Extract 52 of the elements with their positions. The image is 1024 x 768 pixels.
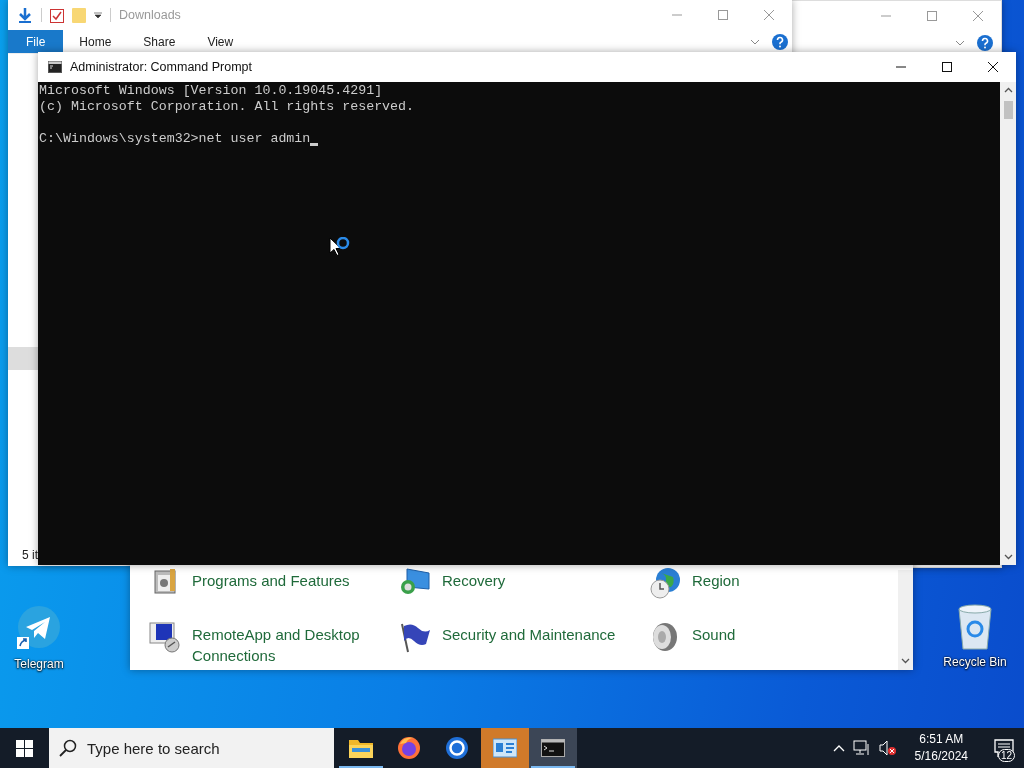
ribbon-tab[interactable]: Share — [127, 30, 192, 53]
window-title: Downloads — [119, 8, 181, 22]
console-icon — [541, 739, 565, 757]
ring-logo-icon — [445, 736, 469, 760]
control-panel-icon — [493, 738, 517, 758]
ribbon-tab[interactable]: File — [8, 30, 64, 53]
scrollbar[interactable] — [898, 570, 913, 670]
dropdown-icon[interactable] — [94, 11, 102, 19]
notification-count: 12 — [997, 749, 1015, 762]
network-icon[interactable] — [852, 740, 871, 756]
command-line: C:\Windows\system32>net user admin — [39, 131, 311, 147]
fox-globe-icon — [397, 736, 421, 760]
chevron-icon[interactable] — [955, 39, 965, 46]
chevron-icon[interactable] — [750, 38, 760, 45]
windows-start-icon[interactable] — [16, 739, 33, 757]
flag-icon — [398, 621, 432, 653]
clock-date[interactable]: 5/16/2024 — [914, 748, 968, 765]
control-panel-link[interactable]: RemoteApp and Desktop Connections — [192, 624, 398, 666]
search-field[interactable]: Type here to search — [49, 728, 334, 768]
scroll-down-icon[interactable] — [1003, 554, 1013, 560]
search-icon — [59, 739, 77, 757]
scroll-up-icon[interactable] — [1003, 87, 1013, 93]
console-icon — [48, 61, 62, 73]
control-panel-link[interactable]: Recovery — [442, 570, 506, 591]
chevron-up-icon[interactable] — [832, 744, 845, 752]
scrollbar[interactable] — [1000, 82, 1016, 565]
help-icon[interactable] — [977, 34, 993, 51]
ribbon-tab[interactable]: Home — [63, 30, 128, 53]
console-line: (c) Microsoft Corporation. All rights reserved. — [39, 99, 416, 115]
taskbar-app-button[interactable] — [529, 728, 577, 768]
window-title: Administrator: Command Prompt — [70, 60, 252, 74]
monitor-restore-icon — [398, 567, 432, 595]
globe-clock-icon — [648, 567, 682, 599]
control-panel-link[interactable]: Sound — [692, 624, 736, 645]
clock-time[interactable]: 6:51 AM — [919, 731, 964, 748]
scroll-thumb[interactable] — [1003, 101, 1013, 119]
folder-icon — [349, 738, 373, 758]
download-arrow-icon[interactable] — [17, 7, 33, 23]
help-icon[interactable] — [772, 33, 788, 50]
muted-speaker-icon[interactable] — [878, 740, 897, 756]
ribbon-tab[interactable]: View — [191, 30, 250, 53]
scroll-down-icon[interactable] — [901, 658, 910, 664]
checklist-icon[interactable] — [50, 7, 64, 23]
nav-selection — [8, 347, 38, 370]
status-text: 5 it — [22, 548, 38, 562]
remote-desktop-icon — [148, 621, 182, 653]
control-panel-link[interactable]: Security and Maintenance — [442, 624, 616, 645]
control-panel-link[interactable]: Region — [692, 570, 740, 591]
text-cursor — [310, 143, 319, 146]
desktop-icon-label[interactable]: Recycle Bin — [943, 655, 1007, 669]
console-line: Microsoft Windows [Version 10.0.19045.4291] — [39, 83, 384, 99]
control-panel-link[interactable]: Programs and Features — [192, 570, 350, 591]
